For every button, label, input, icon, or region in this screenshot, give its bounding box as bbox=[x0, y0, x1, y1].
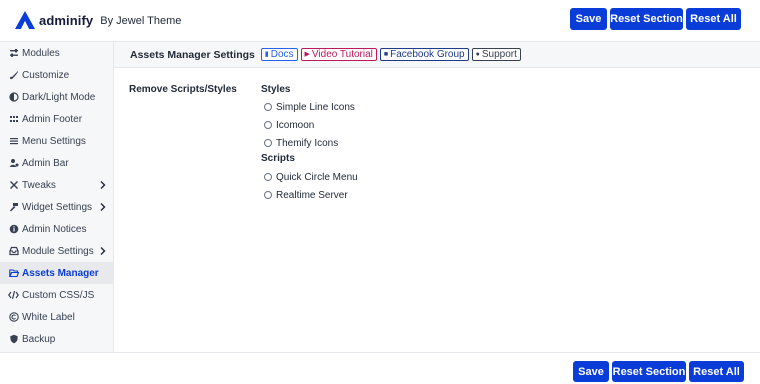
code-icon bbox=[8, 290, 19, 301]
play-icon: ▶ bbox=[304, 51, 310, 58]
sidebar-item-module-settings[interactable]: Module Settings bbox=[0, 240, 114, 262]
reset-all-button[interactable]: Reset All bbox=[686, 8, 741, 30]
scripts-heading: Scripts bbox=[261, 153, 295, 164]
sidebar-item-label: Module Settings bbox=[22, 245, 94, 257]
sidebar-item-backup[interactable]: Backup bbox=[0, 328, 114, 350]
save-button-footer[interactable]: Save bbox=[573, 361, 609, 382]
option-label: Realtime Server bbox=[276, 189, 348, 201]
sidebar-item-white-label[interactable]: White Label bbox=[0, 306, 114, 328]
radio-button[interactable] bbox=[264, 139, 272, 147]
video-tutorial-link[interactable]: ▶ Video Tutorial bbox=[300, 48, 377, 61]
video-tutorial-label: Video Tutorial bbox=[311, 49, 373, 60]
sidebar-item-label: Admin Footer bbox=[22, 113, 83, 125]
sidebar-item-label: Customize bbox=[22, 69, 70, 81]
radio-button[interactable] bbox=[264, 191, 272, 199]
option-label: Themify Icons bbox=[276, 137, 339, 149]
sidebar-item-admin-footer[interactable]: Admin Footer bbox=[0, 108, 114, 130]
sidebar-item-label: Admin Notices bbox=[22, 223, 87, 235]
top-bar: adminify By Jewel Theme Save Reset Secti… bbox=[0, 0, 760, 42]
sidebar-item-admin-notices[interactable]: Admin Notices bbox=[0, 218, 114, 240]
option-simple-line-icons[interactable]: Simple Line Icons bbox=[264, 100, 355, 114]
grid-dots-icon bbox=[8, 114, 19, 125]
chevron-right-icon[interactable] bbox=[98, 180, 108, 190]
facebook-group-label: Facebook Group bbox=[390, 49, 465, 60]
option-label: Icomoon bbox=[276, 119, 315, 131]
brand-name: adminify bbox=[39, 12, 94, 28]
sidebar-item-modules[interactable]: Modules bbox=[0, 42, 114, 64]
sidebar-item-tweaks[interactable]: Tweaks bbox=[0, 174, 114, 196]
option-realtime-server[interactable]: Realtime Server bbox=[264, 188, 348, 202]
sidebar-item-assets-manager[interactable]: Assets Manager bbox=[0, 262, 114, 284]
reset-section-button[interactable]: Reset Section bbox=[610, 8, 683, 30]
support-label: Support bbox=[481, 49, 517, 60]
footer-bar: Save Reset Section Reset All bbox=[0, 352, 760, 384]
option-themify-icons[interactable]: Themify Icons bbox=[264, 136, 338, 150]
chevron-right-icon[interactable] bbox=[98, 202, 108, 212]
hammer-icon bbox=[8, 202, 19, 213]
sidebar-item-label: Tweaks bbox=[22, 179, 56, 191]
sidebar: Modules Customize Dark/Light Mode Admin … bbox=[0, 42, 114, 352]
sidebar-item-label: Custom CSS/JS bbox=[22, 289, 95, 301]
docs-label: Docs bbox=[270, 49, 294, 60]
support-link[interactable]: ● Support bbox=[471, 48, 521, 61]
chevron-right-icon[interactable] bbox=[98, 246, 108, 256]
option-label: Simple Line Icons bbox=[276, 101, 355, 113]
sidebar-item-label: Dark/Light Mode bbox=[22, 91, 96, 103]
sidebar-item-label: White Label bbox=[22, 311, 75, 323]
folder-open-icon bbox=[8, 268, 19, 279]
option-quick-circle-menu[interactable]: Quick Circle Menu bbox=[264, 170, 358, 184]
user-gear-icon bbox=[8, 158, 19, 169]
inbox-icon bbox=[8, 246, 19, 257]
docs-link[interactable]: ▮ Docs bbox=[260, 48, 298, 61]
tools-icon bbox=[8, 180, 19, 191]
shield-icon bbox=[8, 334, 19, 345]
remove-scripts-styles-label: Remove Scripts/Styles bbox=[129, 84, 237, 95]
option-label: Quick Circle Menu bbox=[276, 171, 358, 183]
half-circle-icon bbox=[8, 92, 19, 103]
styles-heading: Styles bbox=[261, 84, 291, 95]
info-circle-icon bbox=[8, 224, 19, 235]
sidebar-item-menu-settings[interactable]: Menu Settings bbox=[0, 130, 114, 152]
radio-button[interactable] bbox=[264, 103, 272, 111]
save-button[interactable]: Save bbox=[570, 8, 607, 30]
section-title: Assets Manager Settings bbox=[130, 48, 255, 61]
paint-brush-icon bbox=[8, 70, 19, 81]
sidebar-item-customize[interactable]: Customize bbox=[0, 64, 114, 86]
sidebar-item-label: Modules bbox=[22, 47, 60, 59]
sidebar-item-dark-light-mode[interactable]: Dark/Light Mode bbox=[0, 86, 114, 108]
sliders-icon bbox=[8, 48, 19, 59]
facebook-group-link[interactable]: ■ Facebook Group bbox=[379, 48, 469, 61]
reset-all-button-footer[interactable]: Reset All bbox=[689, 361, 744, 382]
option-icomoon[interactable]: Icomoon bbox=[264, 118, 314, 132]
adminify-logo-icon bbox=[15, 11, 35, 29]
reset-section-button-footer[interactable]: Reset Section bbox=[612, 361, 686, 382]
list-icon bbox=[8, 136, 19, 147]
sidebar-item-widget-settings[interactable]: Widget Settings bbox=[0, 196, 114, 218]
brand-byline: By Jewel Theme bbox=[100, 15, 182, 27]
sidebar-item-label: Backup bbox=[22, 333, 56, 345]
sidebar-item-admin-bar[interactable]: Admin Bar bbox=[0, 152, 114, 174]
sidebar-item-label: Assets Manager bbox=[22, 267, 99, 279]
sidebar-item-custom-css-js[interactable]: Custom CSS/JS bbox=[0, 284, 114, 306]
support-icon: ● bbox=[475, 51, 480, 58]
section-header: Assets Manager Settings ▮ Docs ▶ Video Tut… bbox=[114, 42, 760, 68]
doc-icon: ▮ bbox=[264, 51, 269, 58]
facebook-icon: ■ bbox=[383, 51, 389, 58]
sidebar-item-label: Menu Settings bbox=[22, 135, 86, 147]
radio-button[interactable] bbox=[264, 173, 272, 181]
brand-logo[interactable]: adminify By Jewel Theme bbox=[14, 9, 181, 31]
sidebar-item-label: Admin Bar bbox=[22, 157, 69, 169]
radio-button[interactable] bbox=[264, 121, 272, 129]
copyright-icon bbox=[8, 312, 19, 323]
sidebar-item-label: Widget Settings bbox=[22, 201, 93, 213]
